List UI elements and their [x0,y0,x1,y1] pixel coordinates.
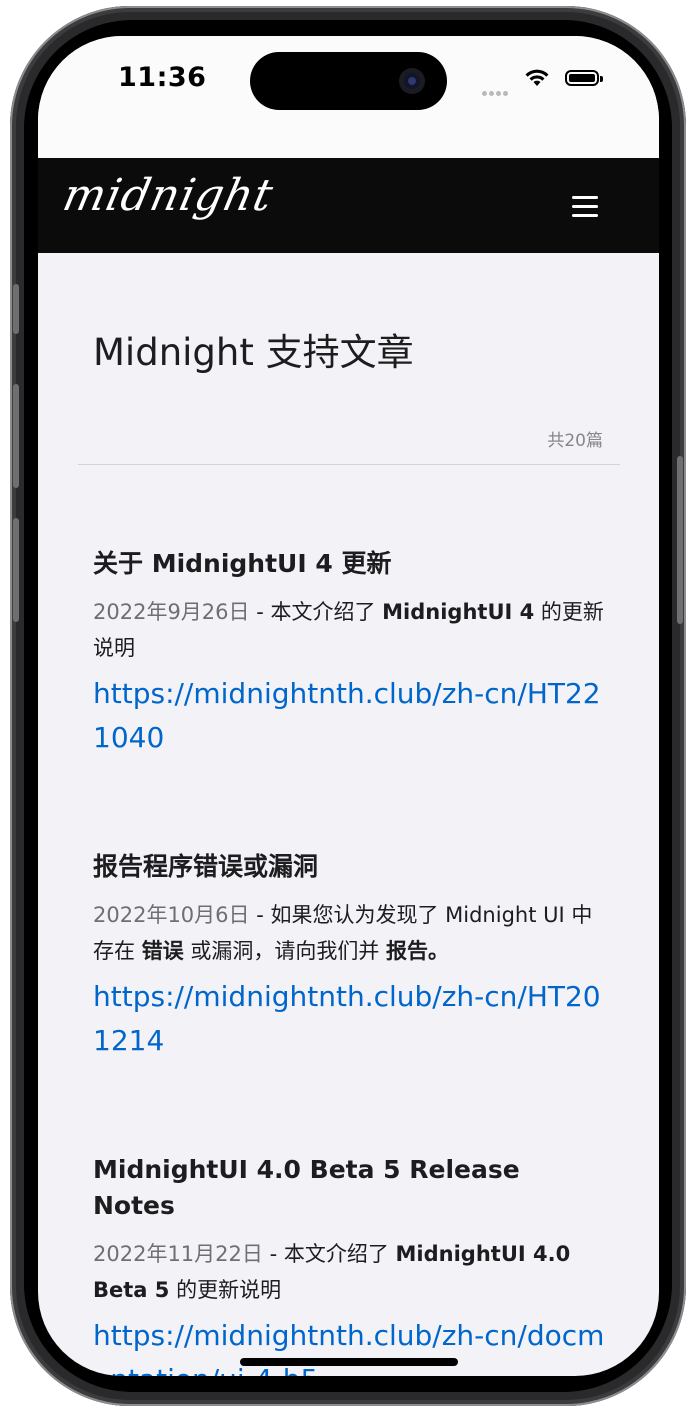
article-title[interactable]: 关于 MidnightUI 4 更新 [93,546,608,582]
action-button [13,284,19,334]
article-description: 2022年9月26日 - 本文介绍了 MidnightUI 4 的更新说明 [93,600,604,660]
divider [78,464,620,465]
article-item: 报告程序错误或漏洞 2022年10月6日 - 如果您认为发现了 Midnight… [93,849,608,1063]
article-title[interactable]: 报告程序错误或漏洞 [93,849,608,885]
volume-up-button [13,384,19,488]
page-title: Midnight 支持文章 [93,331,414,374]
wifi-icon [525,69,549,86]
article-link[interactable]: https://midnightnth.club/zh-cn/HT201214 [93,975,608,1063]
article-description: 2022年11月22日 - 本文介绍了 MidnightUI 4.0 Beta … [93,1242,571,1302]
battery-icon [565,70,603,86]
article-link[interactable]: https://midnightnth.club/zh-cn/HT221040 [93,672,608,760]
front-camera-icon [399,68,425,94]
hamburger-icon[interactable] [572,196,600,218]
article-description: 2022年10月6日 - 如果您认为发现了 Midnight UI 中存在 错误… [93,903,593,963]
status-time: 11:36 [118,62,207,93]
site-header: midnight [38,158,659,253]
article-item: MidnightUI 4.0 Beta 5 Release Notes 2022… [93,1152,608,1376]
article-date: 2022年11月22日 [93,1242,263,1266]
article-title[interactable]: MidnightUI 4.0 Beta 5 Release Notes [93,1152,608,1224]
cellular-signal-icon [482,81,510,100]
dynamic-island [250,52,447,110]
article-count: 共20篇 [547,431,603,451]
site-logo[interactable]: midnight [59,170,278,221]
article-date: 2022年9月26日 [93,600,250,624]
screen: 11:36 midnight Midnight 支持文章 共20篇 关于 Mid… [38,36,659,1376]
side-button [677,456,683,624]
volume-down-button [13,518,19,622]
article-date: 2022年10月6日 [93,903,250,927]
home-indicator[interactable] [240,1358,458,1366]
status-bar: 11:36 [38,36,659,158]
article-item: 关于 MidnightUI 4 更新 2022年9月26日 - 本文介绍了 Mi… [93,546,608,760]
article-link[interactable]: https://midnightnth.club/zh-cn/docmentat… [93,1314,608,1376]
